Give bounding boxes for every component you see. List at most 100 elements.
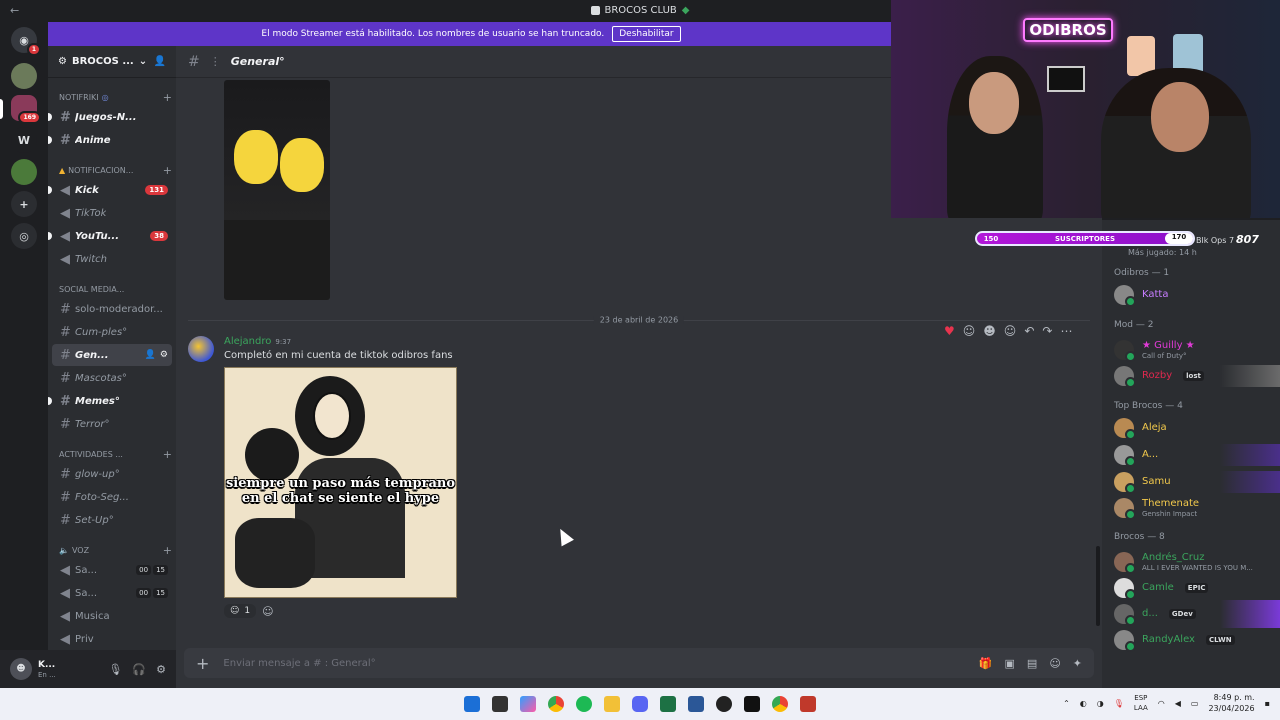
channel-cumples[interactable]: # Cum-ples° (52, 321, 172, 343)
add-channel-icon[interactable]: + (163, 544, 172, 557)
excel-icon[interactable] (660, 696, 676, 712)
message-author[interactable]: Alejandro 9:37 (224, 336, 291, 347)
discover-icon[interactable]: ◎ (11, 223, 37, 249)
voice-channel-1[interactable]: ◀ Sa... 00 15 (52, 559, 172, 581)
member-randy[interactable]: RandyAlex CLWN (1102, 629, 1280, 652)
server-header[interactable]: ⚙ BROCOS ... ⌄ 👤 (48, 46, 176, 78)
channel-memes[interactable]: # Memes° (48, 390, 172, 412)
category-notificaciones[interactable]: ▲ NOTIFICACION... + (48, 161, 176, 179)
channel-juegos[interactable]: # Juegos-N... (48, 106, 172, 128)
microphone-icon[interactable]: 🎙 (1114, 699, 1124, 708)
scrollbar[interactable] (1096, 546, 1100, 626)
add-channel-icon[interactable]: + (163, 164, 172, 177)
emoji-icon[interactable]: ☺ (1049, 657, 1060, 670)
channel-glow-up[interactable]: # glow-up° (52, 463, 172, 485)
server-icon-w[interactable]: W (11, 127, 37, 153)
obs-icon[interactable] (716, 696, 732, 712)
chrome-icon[interactable] (772, 696, 788, 712)
member-camle[interactable]: Camle EPIC (1102, 577, 1280, 600)
avatar[interactable]: ☻ (10, 658, 32, 680)
member-samu[interactable]: Samu (1102, 471, 1280, 494)
category-notifriki[interactable]: NOTIFRIKI ◎ + (48, 88, 176, 106)
discord-icon[interactable] (632, 696, 648, 712)
reaction-flushed[interactable]: ☺ 1 (224, 604, 257, 618)
channel-solo-moderadores[interactable]: # solo-moderador... (52, 298, 172, 320)
channel-kick[interactable]: ◀ Kick 131 (48, 179, 172, 201)
add-server-icon[interactable]: + (11, 191, 37, 217)
category-social-media[interactable]: SOCIAL MEDIA... (48, 280, 176, 298)
gear-icon[interactable]: ⚙ (156, 663, 166, 676)
member-andres[interactable]: Andrés_Cruz ALL I EVER WANTED IS YOU M... (1102, 548, 1280, 576)
clock[interactable]: 8:49 p. m. 23/04/2026 (1208, 692, 1254, 714)
task-view-icon[interactable] (492, 696, 508, 712)
chrome-icon[interactable] (548, 696, 564, 712)
headphones-icon[interactable]: 🎧 (132, 663, 146, 676)
notification-icon[interactable]: ▪ (1265, 699, 1270, 708)
channel-youtube[interactable]: ◀ YouTu... 38 (48, 225, 172, 247)
invite-icon[interactable]: 👤 (154, 56, 166, 67)
party-react-icon[interactable]: ☻ (983, 324, 996, 338)
direct-messages-icon[interactable]: ◉ 1 (11, 27, 41, 56)
channel-general[interactable]: # Gen... 👤 ⚙ (52, 344, 172, 366)
word-icon[interactable] (688, 696, 704, 712)
message-input[interactable]: Enviar mensaje a # : General° (223, 658, 375, 669)
attach-plus-icon[interactable]: + (196, 654, 209, 673)
channel-setup[interactable]: # Set-Up° (52, 509, 172, 531)
server-icon-brocos[interactable]: 169 (11, 95, 41, 124)
member-guilly[interactable]: ★ Guilly ★ Call of Duty° (1102, 336, 1280, 364)
add-channel-icon[interactable]: + (163, 91, 172, 104)
apps-icon[interactable]: ✦ (1073, 657, 1082, 670)
forward-icon[interactable]: ↷ (1042, 324, 1052, 338)
reply-icon[interactable]: ↶ (1024, 324, 1034, 338)
invite-icon[interactable]: 👤 (145, 350, 156, 360)
gif-icon[interactable]: ▣ (1005, 657, 1015, 670)
microphone-icon[interactable]: 🎙 (108, 663, 122, 676)
image-attachment-1[interactable] (224, 80, 330, 300)
member-katta[interactable]: Katta (1102, 284, 1280, 307)
category-actividades[interactable]: ACTIVIDADES ... + (48, 445, 176, 463)
member-rozby[interactable]: Rozby lost (1102, 365, 1280, 388)
gear-icon[interactable]: ⚙ (160, 350, 168, 360)
app-icon[interactable] (800, 696, 816, 712)
spotify-icon[interactable] (576, 696, 592, 712)
tray-icon[interactable]: ◐ (1080, 699, 1087, 708)
battery-icon[interactable]: ▭ (1191, 699, 1199, 708)
back-arrow-icon[interactable]: ← (10, 4, 19, 17)
channel-tiktok[interactable]: ◀ TikTok (52, 202, 172, 224)
chevron-up-icon[interactable]: ⌃ (1063, 699, 1070, 708)
wifi-icon[interactable]: ◠ (1158, 699, 1165, 708)
sticker-icon[interactable]: ▤ (1027, 657, 1037, 670)
add-reaction-icon[interactable]: ☺ (1004, 324, 1017, 338)
start-icon[interactable] (464, 696, 480, 712)
avatar[interactable] (188, 336, 214, 362)
language-indicator[interactable]: ESP LAA (1134, 693, 1148, 713)
channel-foto[interactable]: # Foto-Seg... (52, 486, 172, 508)
voice-channel-2[interactable]: ◀ Sa... 00 15 (52, 582, 172, 604)
add-reaction-icon[interactable]: ☺ (262, 605, 273, 618)
add-channel-icon[interactable]: + (163, 448, 172, 461)
channel-mascotas[interactable]: # Mascotas° (52, 367, 172, 389)
laugh-react-icon[interactable]: ☺ (963, 324, 976, 338)
message-composer[interactable]: + Enviar mensaje a # : General° 🎁 ▣ ▤ ☺ … (184, 648, 1094, 678)
channel-terror[interactable]: # Terror° (52, 413, 172, 435)
channel-twitch[interactable]: ◀ Twitch (52, 248, 172, 270)
copilot-icon[interactable] (520, 696, 536, 712)
category-voz[interactable]: 🔈 VOZ + (48, 541, 176, 559)
server-icon-1[interactable] (11, 63, 37, 89)
voice-channel-musica[interactable]: ◀ Musica (52, 605, 172, 627)
file-explorer-icon[interactable] (604, 696, 620, 712)
voice-channel-priv[interactable]: ◀ Priv (52, 628, 172, 650)
app-icon[interactable] (744, 696, 760, 712)
more-icon[interactable]: ⋯ (1060, 324, 1072, 338)
heart-react-icon[interactable]: ♥ (944, 324, 955, 338)
server-icon-2[interactable] (11, 159, 37, 185)
tray-icon[interactable]: ◑ (1097, 699, 1104, 708)
member-themenate[interactable]: Themenate Genshin Impact (1102, 494, 1280, 522)
member-a[interactable]: A... (1102, 444, 1280, 467)
disable-streamer-button[interactable]: Deshabilitar (612, 26, 681, 42)
gift-icon[interactable]: 🎁 (979, 657, 993, 670)
meme-image[interactable]: siempre un paso más temprano en el chat … (224, 367, 457, 598)
member-d[interactable]: d... GDev (1102, 600, 1280, 628)
volume-icon[interactable]: ◀ (1175, 699, 1181, 708)
member-aleja[interactable]: Aleja (1102, 417, 1280, 440)
